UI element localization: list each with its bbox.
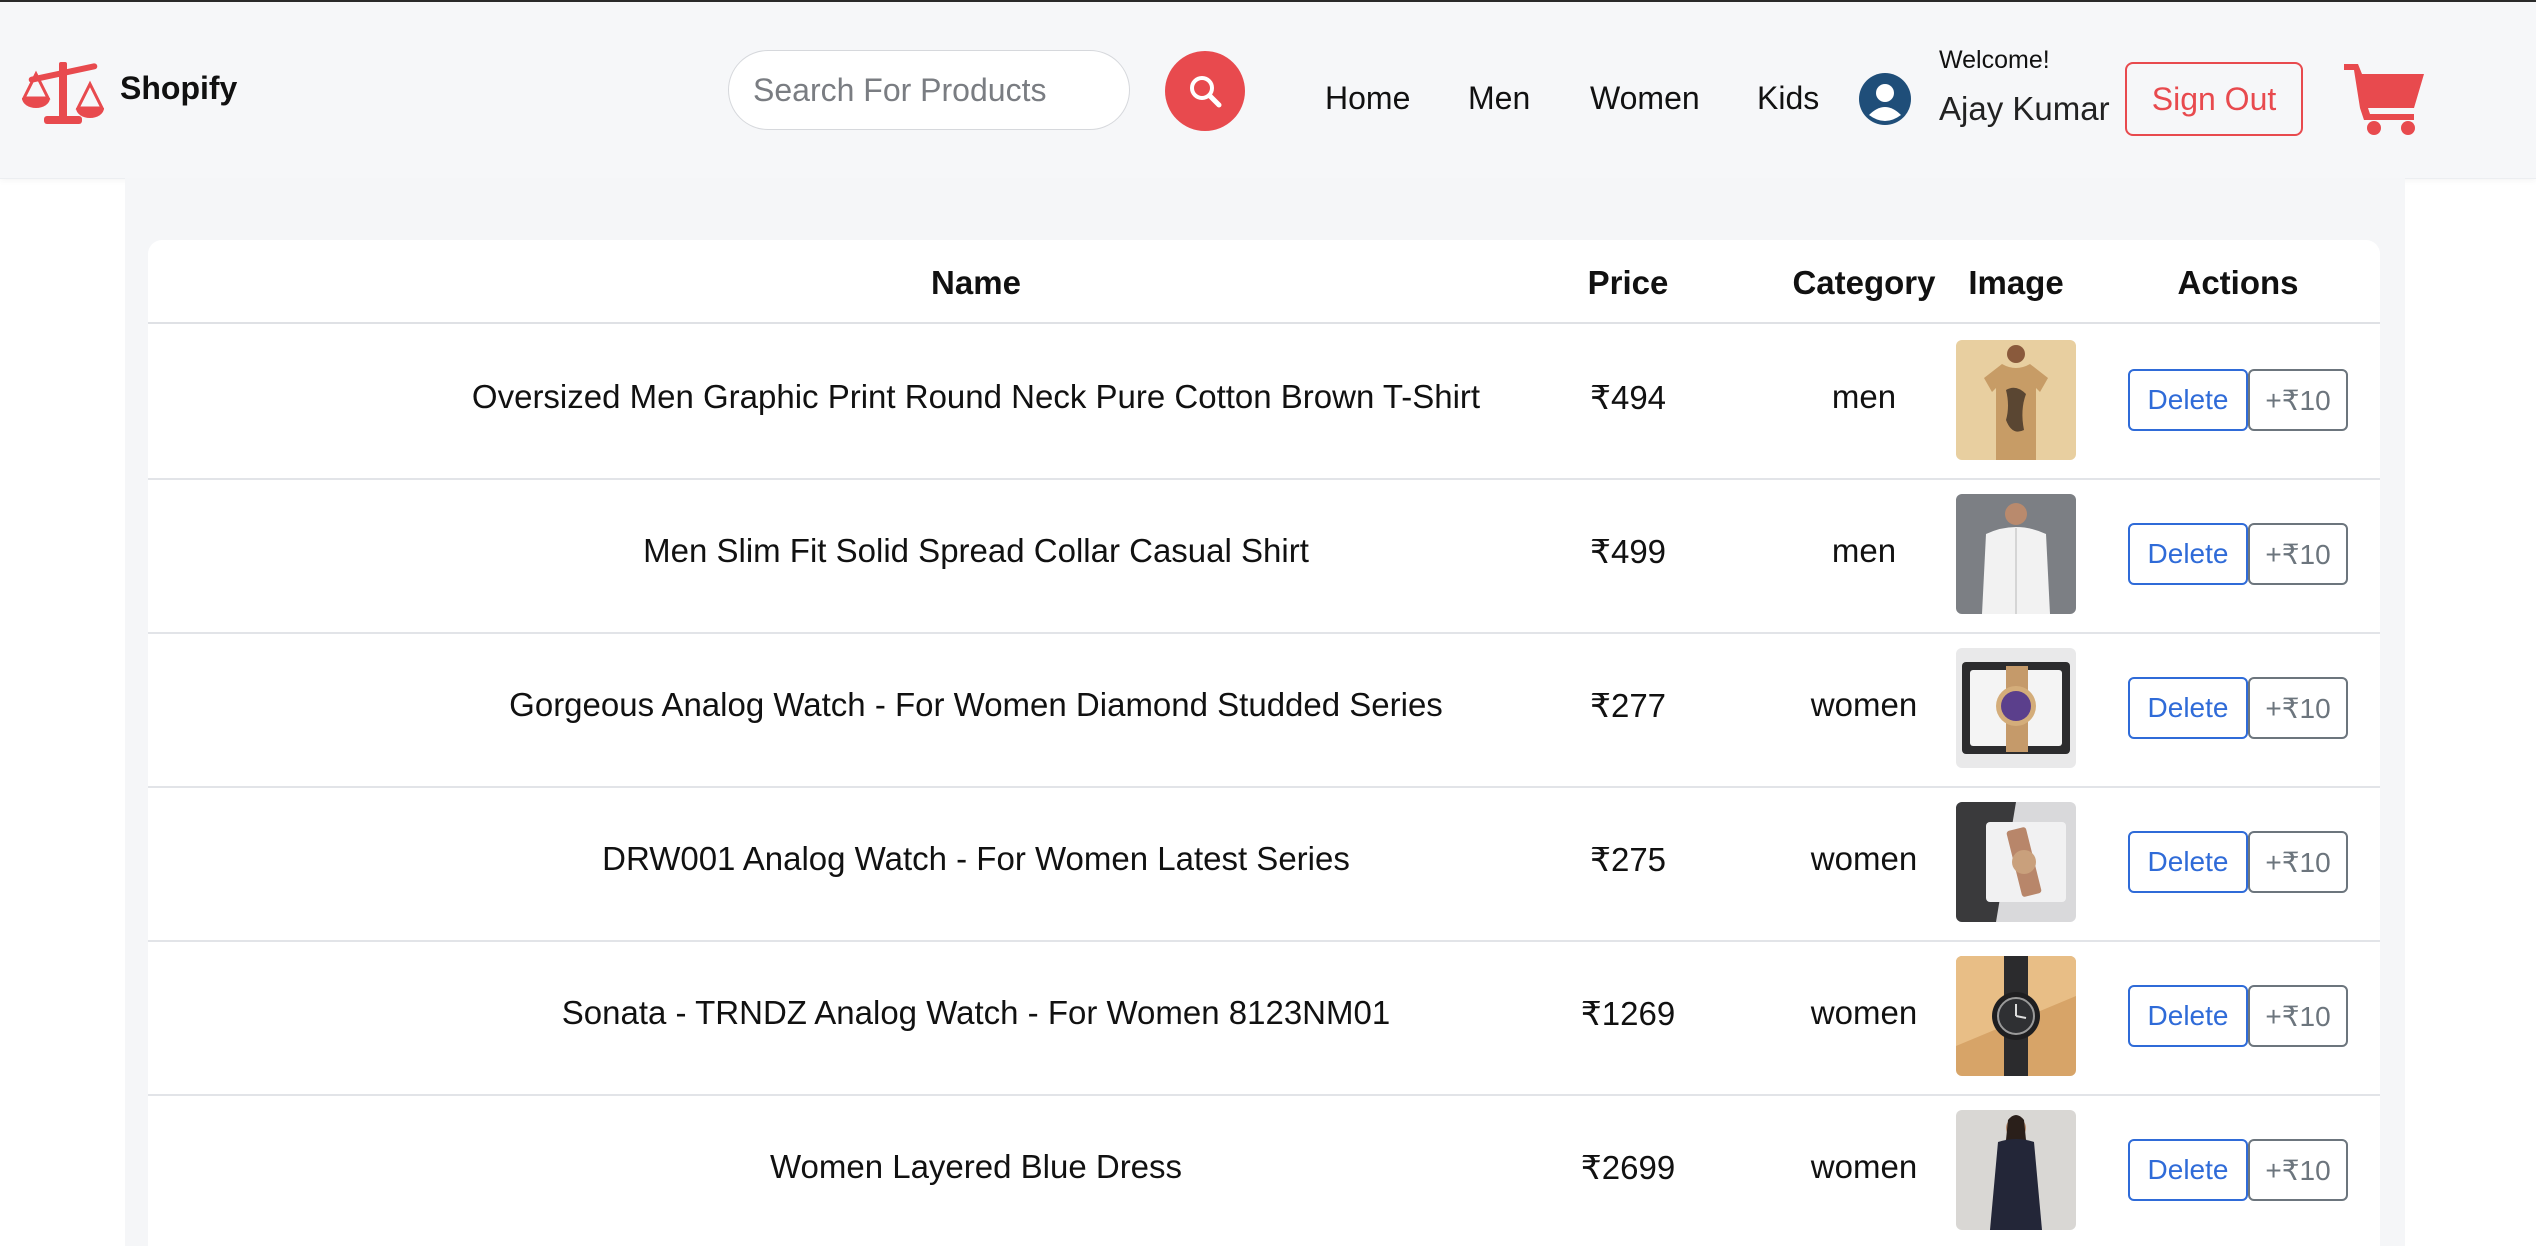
nav-home[interactable]: Home bbox=[1325, 80, 1410, 117]
table-row: DRW001 Analog Watch - For Women Latest S… bbox=[148, 786, 2380, 942]
welcome-text: Welcome! bbox=[1939, 46, 2050, 74]
scales-icon[interactable] bbox=[22, 56, 104, 128]
increase-price-button[interactable]: +₹10 bbox=[2248, 985, 2348, 1047]
header-actions: Actions bbox=[2177, 264, 2299, 301]
increase-price-button[interactable]: +₹10 bbox=[2248, 523, 2348, 585]
user-name: Ajay Kumar bbox=[1939, 90, 2110, 127]
table-row: Oversized Men Graphic Print Round Neck P… bbox=[148, 324, 2380, 480]
nav-kids[interactable]: Kids bbox=[1757, 80, 1819, 117]
delete-button[interactable]: Delete bbox=[2128, 1139, 2248, 1201]
product-category: men bbox=[1831, 378, 1897, 415]
tshirt-thumbnail bbox=[1956, 340, 2076, 460]
search-icon bbox=[1190, 76, 1222, 108]
increase-price-button[interactable]: +₹10 bbox=[2248, 831, 2348, 893]
product-price: ₹275 bbox=[1589, 841, 1667, 878]
search-input[interactable] bbox=[728, 50, 1130, 130]
cart-icon[interactable] bbox=[2344, 60, 2426, 136]
table-row: Men Slim Fit Solid Spread Collar Casual … bbox=[148, 478, 2380, 634]
increase-price-button[interactable]: +₹10 bbox=[2248, 1139, 2348, 1201]
product-category: women bbox=[1810, 1148, 1918, 1185]
nav-women[interactable]: Women bbox=[1590, 80, 1700, 117]
header-image: Image bbox=[1968, 264, 2064, 301]
table-row: Sonata - TRNDZ Analog Watch - For Women … bbox=[148, 940, 2380, 1096]
product-price: ₹2699 bbox=[1580, 1149, 1676, 1186]
delete-button[interactable]: Delete bbox=[2128, 677, 2248, 739]
nav-men[interactable]: Men bbox=[1468, 80, 1530, 117]
product-category: women bbox=[1810, 994, 1918, 1031]
product-price: ₹277 bbox=[1589, 687, 1667, 724]
table-row: Gorgeous Analog Watch - For Women Diamon… bbox=[148, 632, 2380, 788]
product-price: ₹1269 bbox=[1580, 995, 1676, 1032]
user-circle-icon bbox=[1859, 73, 1911, 125]
shirt-thumbnail bbox=[1956, 494, 2076, 614]
table-row: Women Layered Blue Dress ₹2699 women Del… bbox=[148, 1094, 2380, 1246]
header-price: Price bbox=[1587, 264, 1669, 301]
site-header: Shopify Home Men Women Kids Welcome! Aja… bbox=[0, 2, 2536, 179]
watch-box-thumbnail bbox=[1956, 802, 2076, 922]
delete-button[interactable]: Delete bbox=[2128, 831, 2248, 893]
black-watch-thumbnail bbox=[1956, 956, 2076, 1076]
delete-button[interactable]: Delete bbox=[2128, 369, 2248, 431]
product-price: ₹494 bbox=[1589, 379, 1667, 416]
increase-price-button[interactable]: +₹10 bbox=[2248, 677, 2348, 739]
search-button[interactable] bbox=[1165, 51, 1245, 131]
delete-button[interactable]: Delete bbox=[2128, 985, 2248, 1047]
sign-out-button[interactable]: Sign Out bbox=[2125, 62, 2303, 136]
header-category: Category bbox=[1792, 264, 1936, 301]
product-category: men bbox=[1831, 532, 1897, 569]
product-price: ₹499 bbox=[1589, 533, 1667, 570]
product-category: women bbox=[1810, 686, 1918, 723]
increase-price-button[interactable]: +₹10 bbox=[2248, 369, 2348, 431]
products-table: Name Price Category Image Actions Oversi… bbox=[148, 240, 2380, 1246]
watch-thumbnail bbox=[1956, 648, 2076, 768]
table-header: Name Price Category Image Actions bbox=[148, 240, 2380, 324]
product-category: women bbox=[1810, 840, 1918, 877]
dress-thumbnail bbox=[1956, 1110, 2076, 1230]
delete-button[interactable]: Delete bbox=[2128, 523, 2248, 585]
brand-name[interactable]: Shopify bbox=[120, 70, 237, 107]
